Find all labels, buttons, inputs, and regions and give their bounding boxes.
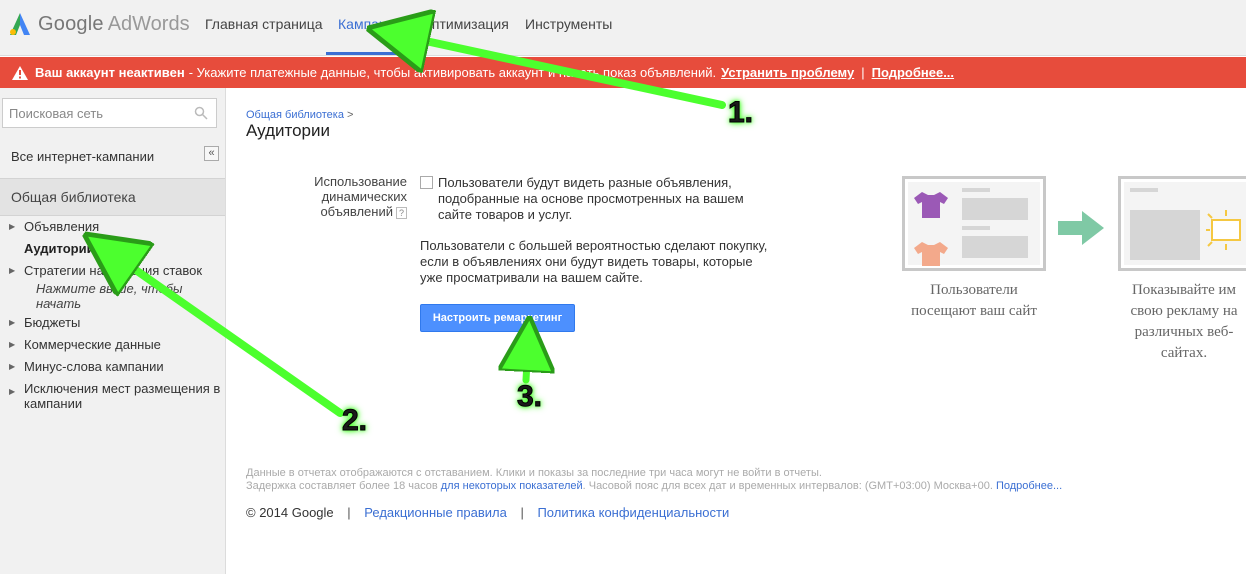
- active-tab-indicator: [326, 52, 396, 55]
- expand-arrow-icon: ▶: [9, 362, 16, 371]
- flow-arrow-icon: [1058, 211, 1104, 245]
- expand-arrow-icon: ▶: [9, 266, 16, 275]
- dynamic-ads-description: Пользователи будут видеть разные объявле…: [438, 175, 744, 222]
- sidebar-item-audiences[interactable]: Аудитории: [24, 241, 95, 256]
- fix-problem-link[interactable]: Устранить проблему: [721, 65, 854, 80]
- sidebar-item-ads[interactable]: ▶ Объявления: [9, 219, 100, 234]
- dynamic-ads-label-text: Использование динамических объявлений: [314, 174, 407, 219]
- tab-optimization[interactable]: Оптимизация: [421, 16, 509, 32]
- search-placeholder: Поисковая сеть: [9, 106, 104, 121]
- annotation-label-2: 2.: [341, 404, 368, 438]
- sidebar-item-placement-exclusions[interactable]: ▶ Исключения мест размещения в кампании: [9, 381, 222, 411]
- all-campaigns-link[interactable]: Все интернет-кампании: [11, 149, 154, 164]
- privacy-policy-link[interactable]: Политика конфиденциальности: [537, 505, 729, 520]
- search-icon[interactable]: [194, 106, 208, 120]
- sidebar-search-input[interactable]: Поисковая сеть: [2, 98, 217, 128]
- logo-google-text: Google: [38, 12, 104, 35]
- alert-more-link[interactable]: Подробнее...: [872, 65, 954, 80]
- page-title: Аудитории: [246, 121, 330, 140]
- sidebar-item-label: Аудитории: [24, 241, 95, 256]
- sidebar-item-business-data[interactable]: ▶ Коммерческие данные: [9, 337, 161, 352]
- editorial-policy-link[interactable]: Редакционные правила: [364, 505, 507, 520]
- footer-separator: |: [520, 505, 524, 520]
- report-delay-line-2: Задержка составляет более 18 часов для н…: [246, 480, 1062, 493]
- annotation-label-1: 1.: [727, 96, 754, 130]
- adwords-logo-icon: [10, 13, 30, 35]
- tab-campaigns[interactable]: Кампании: [338, 16, 402, 32]
- expand-arrow-icon: ▶: [9, 387, 16, 396]
- sidebar-item-label: Объявления: [24, 219, 100, 234]
- site-visit-caption: Пользователи посещают ваш сайт: [911, 282, 1037, 319]
- tab-tools[interactable]: Инструменты: [525, 16, 612, 32]
- sidebar-item-label: Стратегии назначения ставок: [24, 263, 203, 278]
- setup-remarketing-button[interactable]: Настроить ремаркетинг: [420, 304, 575, 332]
- alert-title: Ваш аккаунт неактивен: [35, 65, 185, 80]
- help-icon[interactable]: ?: [396, 206, 407, 219]
- footer-links: © 2014 Google | Редакционные правила | П…: [246, 505, 729, 520]
- expand-arrow-icon: ▶: [9, 340, 16, 349]
- alert-separator: |: [861, 65, 865, 80]
- report-delay-line-1: Данные в отчетах отображаются с отставан…: [246, 467, 822, 479]
- copyright: © 2014 Google: [246, 505, 334, 520]
- collapse-sidebar-button[interactable]: «: [204, 146, 219, 161]
- footer-separator: |: [347, 505, 351, 520]
- dynamic-ads-checkbox[interactable]: [420, 176, 433, 189]
- note-text-2: . Часовой пояс для всех дат и временных …: [582, 480, 996, 492]
- adwords-logo[interactable]: Google AdWords: [10, 10, 190, 38]
- annotation-arrow-3: [526, 344, 528, 384]
- note-text: Задержка составляет более 18 часов: [246, 480, 441, 492]
- bid-strategies-hint: Нажмите выше, чтобы начать: [36, 281, 183, 311]
- sidebar-item-bid-strategies[interactable]: ▶ Стратегии назначения ставок: [9, 263, 203, 278]
- site-visit-illustration: [902, 176, 1046, 271]
- sidebar-item-label: Бюджеты: [24, 315, 81, 330]
- ad-display-illustration: [1118, 176, 1246, 271]
- warning-icon: [12, 65, 28, 80]
- dynamic-ads-label: Использование динамических объявлений?: [300, 174, 407, 219]
- sidebar-item-budgets[interactable]: ▶ Бюджеты: [9, 315, 81, 330]
- expand-arrow-icon: ▶: [9, 222, 16, 231]
- breadcrumb-link[interactable]: Общая библиотека: [246, 109, 344, 121]
- breadcrumb: Общая библиотека >: [246, 109, 353, 121]
- remarketing-description: Пользователи с большей вероятностью сдел…: [420, 238, 768, 285]
- logo-adwords-text: AdWords: [107, 12, 190, 35]
- tab-home[interactable]: Главная страница: [205, 16, 323, 32]
- sidebar-item-label: Коммерческие данные: [24, 337, 161, 352]
- breadcrumb-separator: >: [347, 109, 354, 121]
- expand-arrow-icon: ▶: [9, 318, 16, 327]
- top-navigation-bar: Google AdWords Главная страница Кампании…: [0, 0, 1246, 56]
- sidebar: Поисковая сеть Все интернет-кампании « О…: [0, 88, 226, 574]
- sidebar-item-label: Исключения мест размещения в кампании: [24, 381, 221, 411]
- alert-message: - Укажите платежные данные, чтобы активи…: [188, 65, 717, 80]
- report-delay-note: Данные в отчетах отображаются с отставан…: [246, 467, 1062, 493]
- some-metrics-link[interactable]: для некоторых показателей: [441, 480, 583, 492]
- account-inactive-alert: Ваш аккаунт неактивен - Укажите платежны…: [0, 57, 1246, 88]
- annotation-label-3: 3.: [516, 380, 543, 414]
- sidebar-item-negative-keywords[interactable]: ▶ Минус-слова кампании: [9, 359, 164, 374]
- footnote-more-link[interactable]: Подробнее...: [996, 480, 1062, 492]
- ad-display-caption: Показывайте им свою рекламу на различных…: [1130, 282, 1238, 361]
- sidebar-item-label: Минус-слова кампании: [24, 359, 164, 374]
- shared-library-header[interactable]: Общая библиотека: [0, 178, 225, 216]
